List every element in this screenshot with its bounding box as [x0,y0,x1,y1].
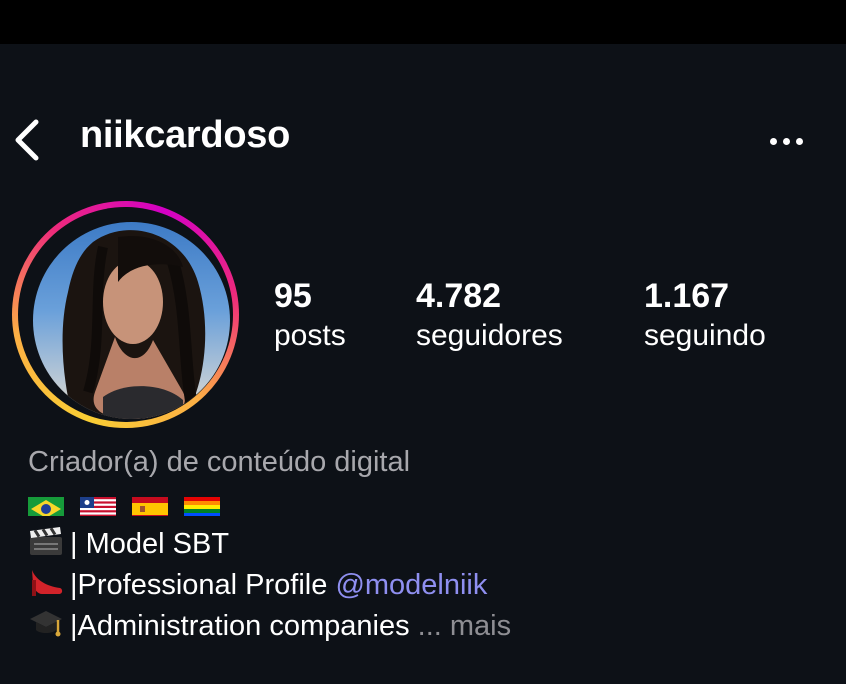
profile-category: Criador(a) de conteúdo digital [28,446,411,478]
spain-flag-icon [132,492,168,516]
stat-value: 1.167 [644,277,730,315]
graduation-cap-icon [28,607,64,639]
bio-line-admin: |Administration companies ... mais [28,606,511,647]
stat-label: seguidores [416,319,563,352]
clapperboard-icon [28,525,64,557]
profile-header: niikcardoso [0,100,846,180]
status-bar [0,0,846,44]
stat-followers[interactable]: 4.782 seguidores [416,276,563,354]
stat-posts[interactable]: 95 posts [274,276,346,354]
bio-line-model: | Model SBT [28,524,511,565]
stat-value: 4.782 [416,277,502,315]
page-title: niikcardoso [80,114,290,156]
more-dots-icon [770,138,777,145]
mention-link[interactable]: @modelniik [335,569,487,601]
more-options-button[interactable] [762,122,812,158]
stat-value: 95 [274,277,312,315]
avatar [33,222,230,419]
rainbow-flag-icon [184,492,220,516]
bio-text: |Professional Profile [70,569,336,601]
avatar-story-ring[interactable] [12,201,239,428]
bio-flags [28,483,511,524]
stat-label: seguindo [644,319,766,352]
bio-text: |Administration companies [70,610,410,642]
stat-following[interactable]: 1.167 seguindo [644,276,766,354]
bio-more-link[interactable]: mais [450,610,511,642]
profile-bio: Criador(a) de conteúdo digital | Model S… [28,442,511,647]
bio-text: | Model SBT [70,528,230,560]
truncation-ellipsis: ... [409,610,450,642]
liberia-flag-icon [80,492,116,516]
high-heel-icon [28,566,64,598]
bio-line-profile: |Professional Profile @modelniik [28,565,511,606]
stat-label: posts [274,319,346,352]
back-button[interactable] [8,116,44,164]
brazil-flag-icon [28,492,64,516]
chevron-left-icon [15,119,39,161]
next-row-clipped [0,670,846,684]
